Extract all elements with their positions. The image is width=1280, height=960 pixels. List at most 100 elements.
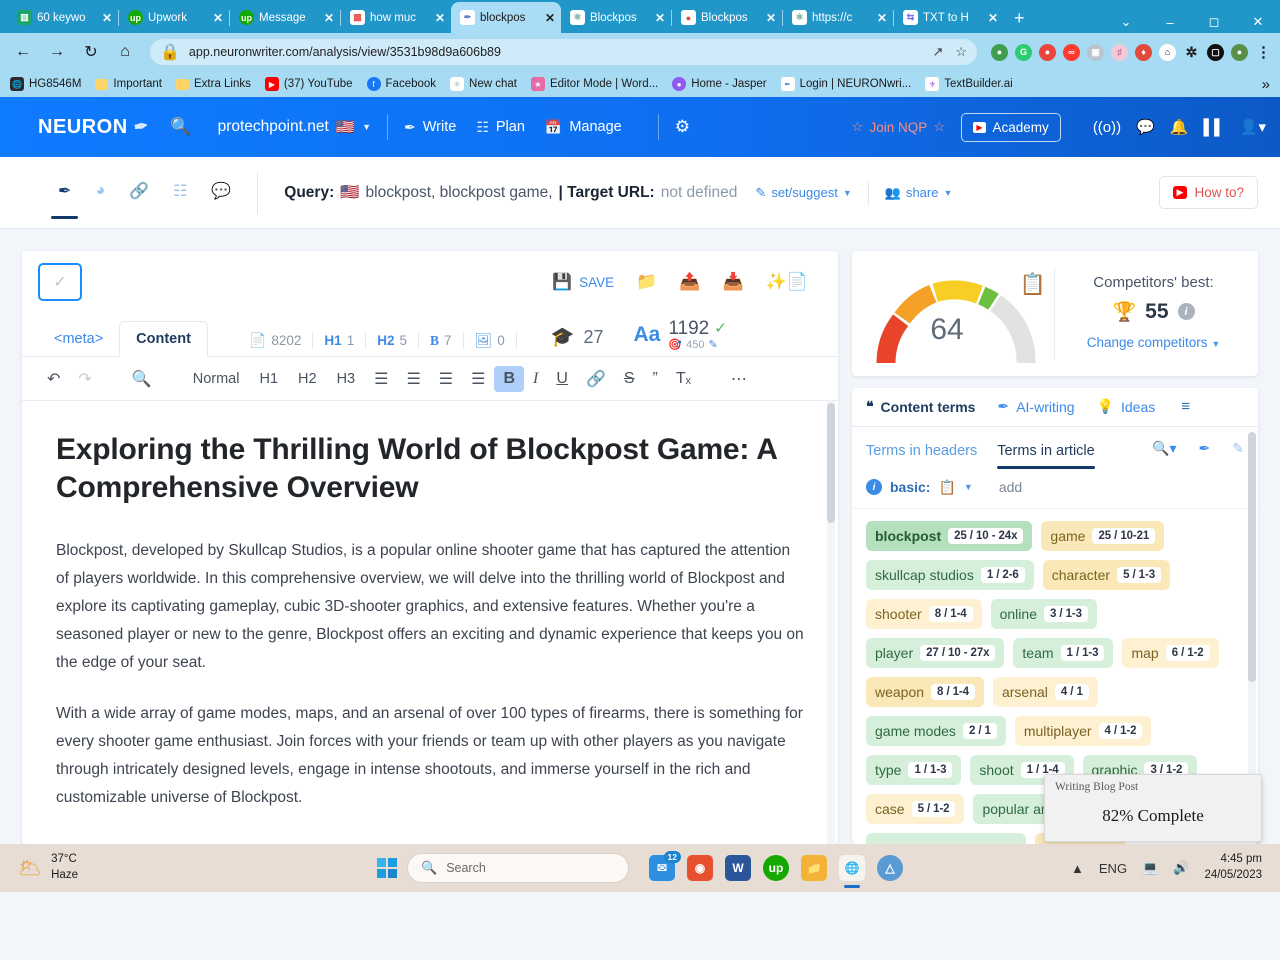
extension-icon-1[interactable]: ● <box>991 43 1008 61</box>
align-right-icon[interactable]: ☰ <box>430 369 462 389</box>
user-menu[interactable]: 👤▾ <box>1240 118 1266 136</box>
browser-tab[interactable]: ⇆ TXT to H ✕ <box>894 2 1004 33</box>
term-chip[interactable]: skullcap studios 1 / 2-6 <box>866 559 1034 590</box>
extension-icon-infinity[interactable]: ∞ <box>1063 43 1080 61</box>
term-chip[interactable]: case 5 / 1-2 <box>866 793 965 824</box>
share-button[interactable]: 👥 share ▼ <box>885 185 953 201</box>
link-icon[interactable]: 🔗 <box>129 181 149 205</box>
copy-icon[interactable]: 📋 <box>938 479 955 496</box>
search-icon[interactable]: 🔍 <box>123 369 161 389</box>
italic-icon[interactable]: I <box>524 370 547 388</box>
show-hidden-icons-arrow[interactable]: ▲ <box>1071 861 1084 876</box>
taskbar-search[interactable]: 🔍 Search <box>407 853 629 883</box>
scrollbar-thumb[interactable] <box>1248 432 1256 682</box>
bookmark-item[interactable]: ★ Editor Mode | Word... <box>530 77 658 91</box>
info-icon[interactable]: i <box>1177 303 1195 320</box>
term-chip[interactable]: team 1 / 1-3 <box>1013 637 1114 668</box>
broadcast-icon[interactable]: ((o)) <box>1093 119 1121 136</box>
subtab-terms-in-article[interactable]: Terms in article <box>997 433 1095 469</box>
bookmark-item[interactable]: Important <box>95 78 162 90</box>
extension-icon-camera[interactable]: ▣ <box>1087 43 1104 61</box>
clipboard-icon[interactable]: 📋 <box>1020 273 1046 297</box>
bookmark-item[interactable]: ⚜ TextBuilder.ai <box>925 77 1013 91</box>
nav-item-manage[interactable]: 📅 Manage <box>545 119 622 136</box>
mail-app-icon[interactable]: ✉ 12 <box>649 851 681 881</box>
forward-icon[interactable]: → <box>42 37 72 67</box>
tab-content-terms[interactable]: ❝ Content terms <box>866 398 988 415</box>
redo-icon[interactable]: ↷ <box>69 369 100 389</box>
join-nqp-button[interactable]: ☆ Join NQP ☆ <box>851 119 945 135</box>
maximize-button[interactable]: ◻ <box>1192 14 1236 30</box>
term-chip[interactable]: player 27 / 10 - 27x <box>866 637 1005 668</box>
align-center-icon[interactable]: ☰ <box>397 369 429 389</box>
term-chip[interactable]: game 25 / 10-21 <box>1041 520 1165 551</box>
strikethrough-icon[interactable]: S <box>615 370 644 388</box>
edit-icon[interactable]: ✎ <box>708 340 717 352</box>
bell-icon[interactable]: 🔔 <box>1170 118 1189 136</box>
tab-content[interactable]: Content <box>119 321 208 357</box>
share-icon[interactable]: ↗ <box>932 44 943 60</box>
how-to-button[interactable]: ▶ How to? <box>1158 176 1258 209</box>
align-left-icon[interactable]: ☰ <box>365 369 397 389</box>
pie-chart-icon[interactable]: ◕ <box>95 182 105 204</box>
gears-icon[interactable]: ⚙ <box>675 117 690 137</box>
feather-icon[interactable]: ✒ <box>50 181 80 219</box>
reload-icon[interactable]: ↻ <box>76 37 106 67</box>
new-tab-button[interactable]: + <box>1004 8 1035 33</box>
browser-tab[interactable]: up Upwork ✕ <box>119 2 229 33</box>
document-scrollbar[interactable]: ▲ <box>827 401 835 844</box>
academy-button[interactable]: ▶ Academy <box>961 112 1061 142</box>
clear-format-icon[interactable]: Tₓ <box>667 370 700 388</box>
home-extension-icon[interactable]: ⌂ <box>1159 43 1176 61</box>
browser-tab[interactable]: ● Blockpos ✕ <box>672 2 782 33</box>
bookmark-item[interactable]: ✒ Login | NEURONwri... <box>780 77 911 91</box>
term-chip[interactable]: blockpost 25 / 10 - 24x <box>866 520 1033 551</box>
term-chip[interactable]: weapon 8 / 1-4 <box>866 676 984 707</box>
term-chip[interactable]: arsenal 4 / 1 <box>992 676 1098 707</box>
nav-item-write[interactable]: ✒ Write <box>404 119 456 136</box>
underline-icon[interactable]: U <box>547 370 577 388</box>
term-chip[interactable]: game modes 2 / 1 <box>866 715 1006 746</box>
close-icon[interactable]: ✕ <box>324 11 334 25</box>
minimize-button[interactable]: – <box>1148 15 1192 30</box>
close-icon[interactable]: ✕ <box>102 11 112 25</box>
bookmark-item[interactable]: ⚛ New chat <box>450 77 517 91</box>
notification-toast[interactable]: Writing Blog Post 82% Complete <box>1044 774 1262 842</box>
bold-icon[interactable]: B <box>494 365 525 392</box>
close-icon[interactable]: ✕ <box>988 11 998 25</box>
photos-app-icon[interactable]: ◉ <box>687 855 713 881</box>
info-icon[interactable]: i <box>866 479 882 496</box>
search-filter-icon[interactable]: 🔍▾ <box>1152 440 1176 457</box>
comment-icon[interactable]: 💬 <box>211 181 231 205</box>
term-chip[interactable] <box>866 832 1026 844</box>
upwork-app-icon[interactable]: up <box>763 855 789 881</box>
chevron-down-icon[interactable]: ▼ <box>964 482 973 492</box>
subtab-terms-in-headers[interactable]: Terms in headers <box>866 433 977 469</box>
back-icon[interactable]: ← <box>8 37 38 67</box>
nav-item-plan[interactable]: ☷ Plan <box>476 119 525 136</box>
chrome-menu-icon[interactable]: ⋮ <box>1255 44 1272 61</box>
bookmark-item[interactable]: ● Home - Jasper <box>672 77 767 91</box>
open-folder-icon[interactable]: 📁 <box>636 272 657 292</box>
arc-app-icon[interactable]: △ <box>877 855 903 881</box>
close-icon[interactable]: ✕ <box>435 11 445 25</box>
highlighter-icon[interactable]: ✒ <box>1199 440 1211 457</box>
network-icon[interactable]: 💻 <box>1142 860 1158 876</box>
start-button[interactable] <box>377 858 397 878</box>
tab-search-icon[interactable]: ⌄ <box>1104 14 1148 30</box>
bookmark-item[interactable]: ▶ (37) YouTube <box>264 77 353 91</box>
bookmark-item[interactable]: Extra Links <box>176 78 251 90</box>
extension-icon-pinterest[interactable]: ● <box>1039 43 1056 61</box>
close-icon[interactable]: ✕ <box>655 11 665 25</box>
browser-tab[interactable]: ⚛ https://c ✕ <box>783 2 893 33</box>
avatar[interactable]: ● <box>1231 43 1248 61</box>
term-chip[interactable]: multiplayer 4 / 1-2 <box>1014 715 1152 746</box>
taskbar-clock[interactable]: 4:45 pm 24/05/2023 <box>1204 852 1262 883</box>
close-icon[interactable]: ✕ <box>213 11 223 25</box>
format-normal[interactable]: Normal <box>183 371 250 387</box>
window-close-button[interactable]: ✕ <box>1236 14 1280 30</box>
more-options-icon[interactable]: ⋯ <box>722 369 756 389</box>
term-chip[interactable]: type 1 / 1-3 <box>866 754 962 785</box>
chrome-app-icon[interactable]: 🌐 <box>839 855 865 888</box>
term-chip[interactable]: shooter 8 / 1-4 <box>866 598 982 629</box>
